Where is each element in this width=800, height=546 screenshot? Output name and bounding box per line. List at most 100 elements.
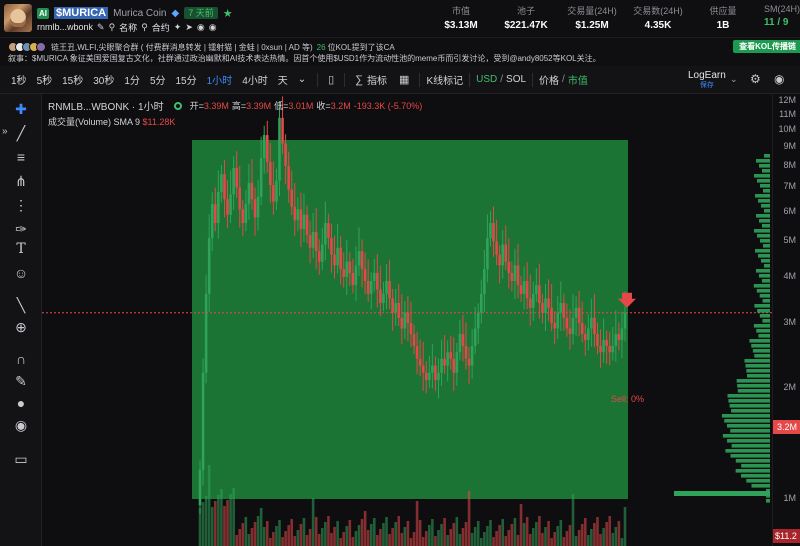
screenshot-camera-icon[interactable]: ◉ <box>774 72 784 86</box>
volume-profile-bar <box>741 474 770 478</box>
price-axis[interactable]: 3.2M $11.2 12M 11M 10M 9M 8M 7M 6M 5M 4M 3M 2M 1M <box>772 94 800 546</box>
candle-body <box>605 339 608 346</box>
volume-bar <box>299 524 303 546</box>
chevron-down-icon[interactable]: ⌄ <box>730 74 738 85</box>
volume-bar <box>513 518 517 546</box>
edit-icon[interactable]: ✎ <box>97 22 105 33</box>
candle-body <box>348 261 352 274</box>
candle-body <box>317 251 321 262</box>
favorite-star-icon[interactable]: ★ <box>223 7 233 20</box>
website-icon[interactable]: ◉ <box>197 22 205 33</box>
volume-bar <box>452 523 456 546</box>
volume-bar <box>232 488 235 546</box>
contract-search-label[interactable]: 合约 <box>152 21 170 34</box>
volume-bar <box>605 522 608 546</box>
timeframe-5s[interactable]: 5秒 <box>32 72 58 87</box>
timeframe-15m[interactable]: 15分 <box>171 72 202 87</box>
candle-body <box>415 345 419 359</box>
timeframe-5m[interactable]: 5分 <box>145 72 171 87</box>
price-chart[interactable]: RNMLB...WBONK · 1小时 开= 3.39M 高= 3.39M 低= 3.… <box>42 94 772 546</box>
magnet-icon[interactable]: ∩ <box>12 350 30 368</box>
timeframe-4h[interactable]: 4小时 <box>237 72 273 87</box>
kline-mark-button[interactable]: K线标记 <box>426 72 463 87</box>
token-title-line: AI $MURICA Murica Coin ◆ 7 天前 ★ <box>37 6 233 20</box>
volume-bar <box>440 524 443 546</box>
candle-body <box>275 180 278 202</box>
volume-bar <box>348 520 352 546</box>
volume-bar <box>428 525 431 546</box>
legend-open: 3.39M <box>203 100 229 111</box>
candlestick-plot[interactable] <box>42 94 772 546</box>
timeframe-dropdown-icon[interactable]: ⌄ <box>293 74 311 85</box>
candle-body <box>409 323 413 335</box>
volume-bar <box>571 494 575 546</box>
trend-line-icon[interactable]: ╱ <box>12 124 30 142</box>
collapse-arrow-icon[interactable]: » <box>2 126 8 137</box>
volume-bar <box>305 535 309 546</box>
fib-retracement-icon[interactable]: ⋮ <box>12 196 30 214</box>
lock-icon[interactable]: ● <box>12 394 30 412</box>
volume-bar <box>217 495 220 546</box>
volume-bar <box>421 537 425 546</box>
legend-high: 3.39M <box>246 100 272 111</box>
avatar <box>36 42 46 52</box>
kol-line[interactable]: 链王丑,WLFI,尖眼聚合群 ( 付费群消息转发 | 镭射猫 | 金蛙 | 0x… <box>8 41 395 53</box>
view-kol-chain-button[interactable]: 查看KOL传播链 <box>733 40 800 53</box>
wechat-icon[interactable]: ◉ <box>209 22 217 33</box>
candle-body <box>507 261 511 274</box>
volume-bar <box>424 531 428 546</box>
timeframe-1m[interactable]: 1分 <box>119 72 145 87</box>
crosshair-icon[interactable]: ✚ <box>12 100 30 118</box>
search-icon[interactable]: ⚲ <box>109 22 116 33</box>
sol-toggle[interactable]: SOL <box>506 74 526 85</box>
emoji-icon[interactable]: ☺ <box>12 264 30 282</box>
contract-address[interactable]: rnmlb...wbonk <box>37 22 93 32</box>
layout-grid-icon[interactable]: ▦ <box>395 73 413 86</box>
candle-body <box>339 247 342 270</box>
timeframe-1s[interactable]: 1秒 <box>6 72 32 87</box>
trash-icon[interactable]: ▭ <box>12 450 30 468</box>
price-toggle[interactable]: 价格 <box>539 72 559 87</box>
volume-profile-bar <box>747 374 770 378</box>
timeframe-1h[interactable]: 1小时 <box>202 72 238 87</box>
candle-body <box>223 174 226 200</box>
kol-avatars <box>8 42 46 52</box>
brush-icon[interactable]: ✑ <box>12 220 30 238</box>
pencil-lock-icon[interactable]: ✎ <box>12 372 30 390</box>
volume-profile-bar <box>759 314 770 318</box>
zoom-in-icon[interactable]: ⊕ <box>12 318 30 336</box>
pitchfork-icon[interactable]: ⋔ <box>12 172 30 190</box>
horizontal-lines-icon[interactable]: ≡ <box>12 148 30 166</box>
search-contract-icon[interactable]: ⚲ <box>141 22 148 33</box>
indicator-button[interactable]: 指标 <box>367 72 387 87</box>
volume-bar <box>296 530 300 546</box>
candle-style-icon[interactable]: ▯ <box>324 73 338 86</box>
usd-toggle[interactable]: USD <box>476 74 497 85</box>
timeframe-15s[interactable]: 15秒 <box>57 72 88 87</box>
logearn-selector[interactable]: LogEarn 保存 <box>688 71 726 91</box>
timeframe-30s[interactable]: 30秒 <box>88 72 119 87</box>
candle-body <box>565 317 569 329</box>
settings-gear-icon[interactable]: ⚙ <box>750 72 761 86</box>
name-search-label[interactable]: 名称 <box>119 21 137 34</box>
mcap-toggle[interactable]: 市值 <box>568 72 588 87</box>
candle-body <box>198 469 202 506</box>
candle-body <box>400 317 404 329</box>
twitter-icon[interactable]: ✦ <box>174 22 182 33</box>
stat-supply: 供应量 1B <box>709 6 737 31</box>
volume-bar <box>210 507 214 546</box>
telegram-icon[interactable]: ➤ <box>185 22 193 33</box>
volume-bar <box>473 527 477 546</box>
candle-body <box>559 302 563 313</box>
text-tool-icon[interactable]: T <box>12 240 30 258</box>
volume-profile-bar <box>753 284 770 288</box>
volume-profile-bar <box>763 264 770 268</box>
candle-body <box>437 372 440 381</box>
ruler-icon[interactable]: ╲ <box>12 296 30 314</box>
indicator-icon[interactable]: ∑ <box>351 74 367 86</box>
volume-bar <box>198 508 202 546</box>
candle-body <box>452 358 456 373</box>
timeframe-1d[interactable]: 天 <box>273 72 293 87</box>
eye-icon[interactable]: ◉ <box>12 416 30 434</box>
token-symbol[interactable]: $MURICA <box>54 7 109 19</box>
